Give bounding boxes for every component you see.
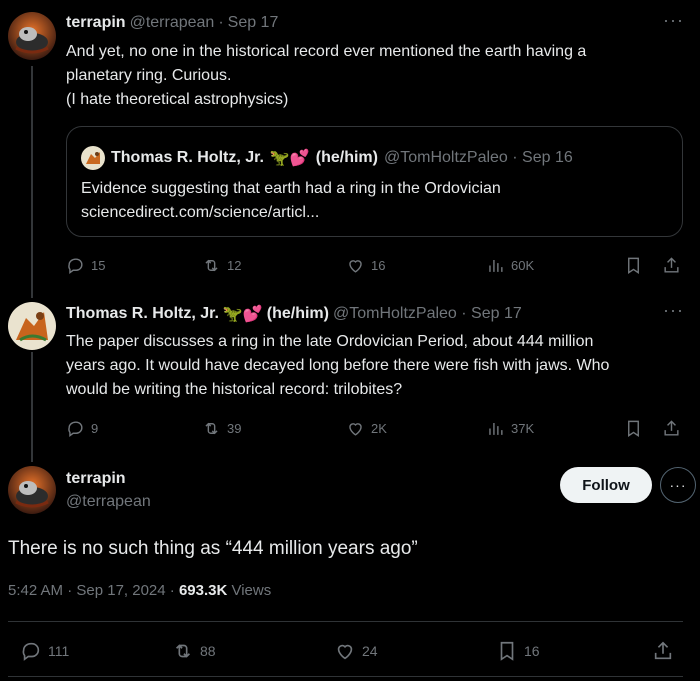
tweet-1[interactable]: terrapin @terrapean · Sep 17 ··· And yet… — [0, 0, 700, 290]
views-button[interactable]: 37K — [486, 419, 534, 438]
bookmark-count: 16 — [524, 643, 540, 659]
quote-avatar — [81, 146, 105, 170]
avatar[interactable] — [8, 12, 56, 60]
tweet-text: And yet, no one in the historical record… — [66, 40, 681, 112]
like-button[interactable]: 16 — [346, 256, 385, 275]
pronouns: (he/him) — [266, 305, 329, 322]
heart-icon — [337, 644, 353, 660]
bookmark-icon — [628, 257, 639, 274]
reply-count: 9 — [91, 420, 99, 436]
handle[interactable]: @terrapean — [130, 14, 215, 32]
views-icon — [489, 259, 503, 272]
separator-dot: · — [218, 14, 224, 31]
display-name[interactable]: Thomas R. Holtz, Jr. — [66, 305, 219, 323]
bookmark-button[interactable] — [624, 256, 643, 275]
tweet-meta: 5:42 AM · Sep 17, 2024 · 693.3K Views — [8, 582, 271, 599]
tweet-text: There is no such thing as “444 million y… — [8, 538, 418, 559]
reply-icon — [68, 257, 83, 274]
quote-display-name: Thomas R. Holtz, Jr. — [111, 149, 264, 166]
quote-link[interactable]: sciencedirect.com/science/articl... — [81, 201, 671, 225]
quote-handle-date: @TomHoltzPaleo · Sep 16 — [383, 149, 573, 166]
reply-icon — [22, 642, 40, 661]
share-icon — [664, 256, 679, 273]
tweet-text-line: The paper discusses a ring in the late O… — [66, 333, 594, 350]
views-label: Views — [227, 582, 272, 599]
repost-count: 88 — [200, 643, 216, 659]
tweet-actions: 9 39 2K 37K — [66, 417, 686, 439]
handle[interactable]: @terrapean — [66, 493, 151, 511]
divider — [8, 676, 683, 677]
repost-button[interactable]: 39 — [202, 419, 241, 438]
reply-button[interactable]: 9 — [66, 419, 98, 438]
repost-button[interactable]: 12 — [202, 256, 241, 275]
bookmark-button[interactable]: 16 — [496, 640, 540, 662]
repost-icon — [205, 259, 218, 271]
views-icon — [489, 422, 503, 435]
like-count: 24 — [362, 643, 378, 659]
heart-icon — [349, 422, 362, 436]
more-options-icon[interactable]: ··· — [663, 300, 684, 321]
views-button[interactable]: 60K — [486, 256, 534, 275]
display-name[interactable]: terrapin — [66, 14, 126, 32]
heart-icon — [349, 259, 362, 273]
quote-pronouns: (he/him) — [315, 149, 378, 166]
like-button[interactable]: 2K — [346, 419, 387, 438]
tweet-text-line: And yet, no one in the historical record… — [66, 43, 587, 60]
share-button[interactable] — [662, 256, 681, 275]
divider — [8, 621, 683, 622]
bookmark-icon — [500, 641, 514, 661]
quote-header: Thomas R. Holtz, Jr. 🦖💕 (he/him) @TomHol… — [81, 146, 573, 170]
share-icon — [654, 641, 672, 660]
reply-button[interactable]: 111 — [20, 640, 69, 662]
like-count: 16 — [371, 257, 386, 273]
quote-text-line: Evidence suggesting that earth had a rin… — [81, 180, 501, 197]
tweet-text-line: years ago. It would have decayed long be… — [66, 357, 610, 374]
reply-count: 111 — [48, 643, 70, 659]
views-count: 37K — [511, 420, 535, 436]
display-name[interactable]: terrapin — [66, 470, 126, 488]
tweet-2[interactable]: Thomas R. Holtz, Jr. 🦖💕 (he/him) @TomHol… — [0, 290, 700, 450]
handle-date[interactable]: @TomHoltzPaleo · Sep 17 — [333, 305, 522, 323]
tweet-actions: 15 12 16 60K — [66, 254, 686, 276]
quote-text: Evidence suggesting that earth had a rin… — [81, 177, 671, 225]
tweet-text-line: planetary ring. Curious. — [66, 67, 232, 84]
tweet-header: Thomas R. Holtz, Jr. 🦖💕 (he/him) @TomHol… — [66, 304, 522, 324]
repost-button[interactable]: 88 — [172, 640, 216, 662]
like-button[interactable]: 24 — [334, 640, 378, 662]
repost-icon — [205, 422, 218, 434]
reply-icon — [68, 420, 83, 437]
repost-icon — [175, 644, 191, 658]
tweet-text-line: (I hate theoretical astrophysics) — [66, 91, 289, 108]
more-options-icon[interactable]: ··· — [663, 10, 684, 31]
tweet-text: The paper discusses a ring in the late O… — [66, 330, 681, 402]
bookmark-button[interactable] — [624, 419, 643, 438]
share-button[interactable] — [652, 640, 674, 662]
follow-button[interactable]: Follow — [560, 467, 652, 503]
avatar[interactable] — [8, 466, 56, 514]
quote-tweet[interactable]: Thomas R. Holtz, Jr. 🦖💕 (he/him) @TomHol… — [66, 126, 683, 237]
timestamp[interactable]: Sep 17 — [228, 14, 279, 32]
like-count: 2K — [371, 420, 387, 436]
tweet-text-line: would be writing the historical record: … — [66, 381, 403, 398]
emoji-icons: 🦖💕 — [269, 150, 310, 167]
tweet-header: terrapin @terrapean · Sep 17 — [66, 14, 278, 32]
repost-count: 39 — [227, 420, 242, 436]
emoji-icons: 🦖💕 — [222, 306, 263, 323]
share-button[interactable] — [662, 419, 681, 438]
views-count: 60K — [511, 257, 535, 273]
reply-count: 15 — [91, 257, 106, 273]
tweet-actions: 111 88 24 16 — [20, 640, 680, 662]
share-icon — [664, 419, 679, 436]
reply-button[interactable]: 15 — [66, 256, 105, 275]
timestamp[interactable]: 5:42 AM · Sep 17, 2024 · — [8, 582, 179, 599]
repost-count: 12 — [227, 257, 242, 273]
views-count: 693.3K — [178, 582, 228, 599]
avatar[interactable] — [8, 302, 56, 350]
more-options-icon[interactable]: ··· — [660, 467, 696, 503]
bookmark-icon — [628, 420, 639, 437]
